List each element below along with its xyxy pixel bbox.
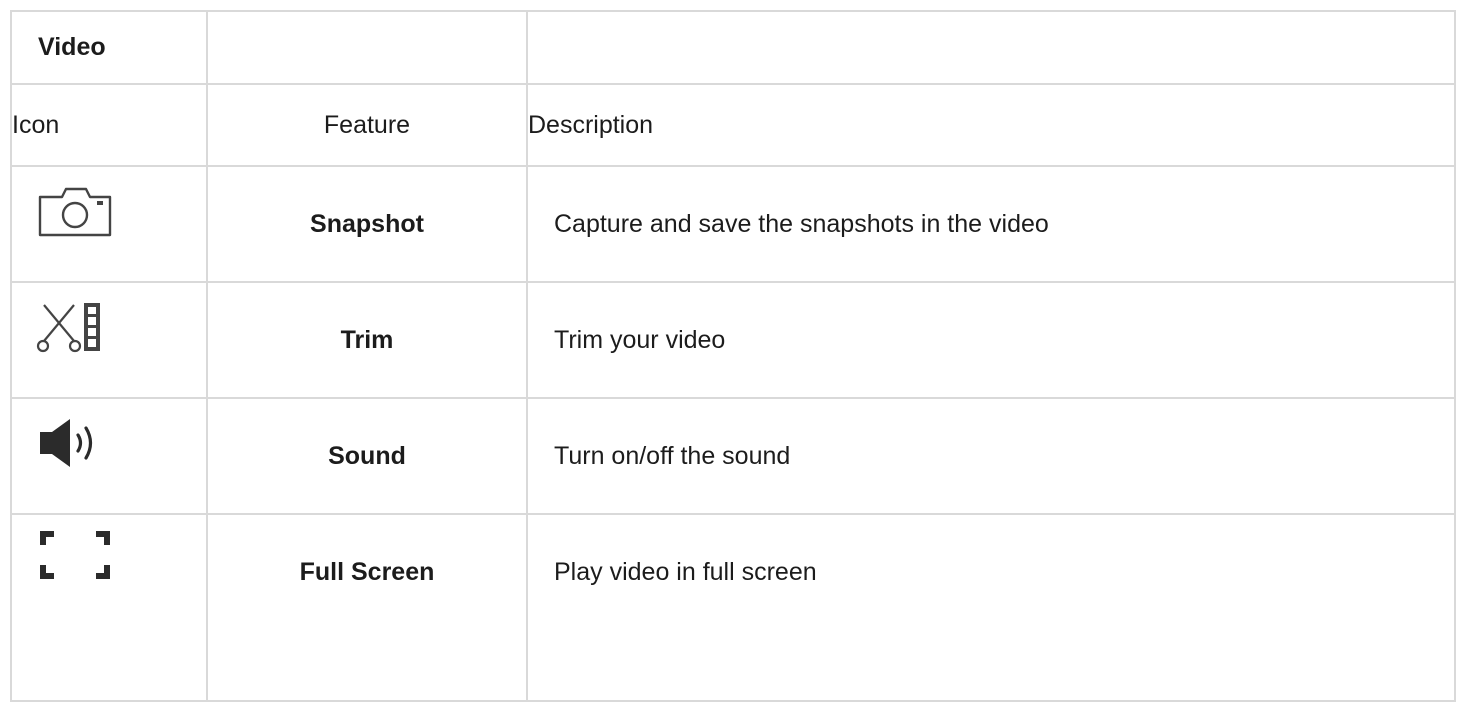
feature-name-cell: Full Screen — [206, 513, 528, 702]
feature-description: Turn on/off the sound — [526, 397, 1456, 515]
empty-title-cell — [206, 10, 528, 85]
icon-cell — [10, 281, 208, 399]
header-description: Description — [526, 83, 1456, 167]
table-row: Snapshot Capture and save the snapshots … — [10, 165, 1456, 283]
scissors-filmstrip-icon — [36, 303, 100, 353]
empty-title-cell — [526, 10, 1456, 85]
table-title-row: Video — [10, 10, 1456, 85]
feature-description-cell: Play video in full screen — [526, 513, 1456, 702]
table-title: Video — [38, 33, 106, 61]
table-row: Full Screen Play video in full screen — [10, 513, 1456, 702]
table-header-row: Icon Feature Description — [10, 83, 1456, 167]
feature-description: Trim your video — [526, 281, 1456, 399]
feature-name: Trim — [206, 281, 528, 399]
feature-name: Full Screen — [299, 557, 435, 586]
icon-cell — [10, 397, 208, 515]
header-feature: Feature — [206, 83, 528, 167]
table-row: Trim Trim your video — [10, 281, 1456, 399]
feature-name: Snapshot — [206, 165, 528, 283]
fullscreen-icon — [40, 531, 110, 579]
feature-description: Play video in full screen — [554, 557, 817, 586]
feature-name: Sound — [206, 397, 528, 515]
header-icon: Icon — [10, 83, 208, 167]
table-title-cell: Video — [10, 10, 208, 85]
table-row: Sound Turn on/off the sound — [10, 397, 1456, 515]
camera-icon — [38, 187, 112, 237]
feature-description: Capture and save the snapshots in the vi… — [526, 165, 1456, 283]
video-features-table: Video Icon Feature Description Snapshot … — [10, 10, 1456, 702]
icon-cell — [10, 165, 208, 283]
icon-cell — [10, 513, 208, 702]
speaker-icon — [40, 419, 93, 467]
